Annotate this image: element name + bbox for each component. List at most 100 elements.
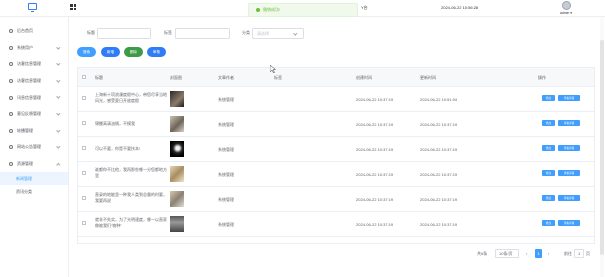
detail-button[interactable]: 查看详情 — [558, 170, 580, 176]
edit-button[interactable]: 修改 — [542, 195, 555, 201]
user-icon — [9, 45, 13, 50]
username-label[interactable]: admin ▾ — [560, 11, 572, 15]
sidebar-item-label: 轮播管理 — [17, 127, 33, 133]
user-avatar[interactable] — [562, 1, 571, 10]
row-checkbox[interactable] — [82, 121, 86, 125]
category-placeholder: 请选择 — [257, 31, 269, 36]
sidebar-item-system-users[interactable]: 系统用户 — [0, 40, 68, 57]
row-created: 2024-06-22 10:37:19 — [356, 172, 394, 177]
select-all-checkbox[interactable] — [82, 75, 86, 79]
row-title: 可以不要，你是不要扶本! — [95, 146, 141, 151]
success-toast: 撤销成功! — [248, 3, 358, 17]
table-row[interactable]: 可以不要，你是不要扶本! 系统管理 2024-06-22 10:37:19 20… — [78, 137, 594, 162]
column-cover: 封面图 — [170, 75, 182, 80]
edit-button[interactable]: 修改 — [542, 95, 555, 101]
sidebar-item-home[interactable]: 后台首页 — [0, 23, 68, 40]
sidebar-item-visitors-b[interactable]: 访客信息管理 — [0, 73, 68, 90]
tag-input[interactable] — [175, 28, 230, 39]
edit-button[interactable]: 修改 — [542, 170, 555, 176]
message-icon — [9, 95, 13, 100]
row-created: 2024-06-22 10:37:19 — [356, 122, 394, 127]
detail-button[interactable]: 查看详情 — [558, 195, 580, 201]
chevron-down-icon — [293, 31, 298, 36]
delete-button[interactable]: 删除 — [124, 47, 143, 57]
home-icon — [9, 29, 13, 34]
sidebar-item-label: 意见反馈管理 — [17, 111, 41, 117]
table-row[interactable]: 直录的地能里一种我人类到总督的时要，我要再说 系统管理 2024-06-22 1… — [78, 187, 594, 212]
search-button[interactable]: 搜索 — [77, 47, 96, 57]
row-updated: 2024-06-22 10:51:04 — [420, 97, 458, 102]
row-checkbox[interactable] — [82, 96, 86, 100]
sidebar-item-label: 访客信息管理 — [17, 78, 41, 84]
row-checkbox[interactable] — [82, 196, 86, 200]
category-label: 分类 — [242, 30, 250, 35]
sidebar-item-carousel[interactable]: 轮播管理 — [0, 123, 68, 140]
column-actions: 操作 — [538, 75, 546, 80]
detail-button[interactable]: 查看详情 — [558, 120, 580, 126]
detail-button[interactable]: 查看详情 — [558, 145, 580, 151]
add-button[interactable]: 新增 — [101, 47, 120, 57]
total-count: 共6条 — [477, 251, 488, 256]
toast-message: 撤销成功! — [263, 7, 281, 12]
edit-button[interactable]: 修改 — [542, 120, 555, 126]
column-tags: 标签 — [274, 75, 282, 80]
sidebar-item-resources[interactable]: 资源管理 — [0, 156, 68, 173]
sidebar-item-feedback[interactable]: 意见反馈管理 — [0, 106, 68, 123]
feedback-icon — [9, 112, 13, 117]
page-number-current[interactable]: 1 — [535, 249, 542, 258]
next-page-icon[interactable]: › — [548, 251, 549, 256]
row-author: 系统管理 — [218, 122, 234, 127]
system-name-fragment: Y台 — [361, 5, 368, 10]
monitor-icon[interactable] — [28, 3, 37, 12]
sidebar-subitem-categories[interactable]: 资讯分类 — [0, 185, 68, 198]
grid-menu-icon[interactable] — [70, 4, 76, 10]
row-checkbox[interactable] — [82, 221, 86, 225]
row-author: 系统管理 — [218, 172, 234, 177]
table-row[interactable]: 上海新十项浪漫度假中心，带您尽享当地风光，感受夏日开放度假 系统管理 2024-… — [78, 87, 594, 112]
row-created: 2024-06-22 10:37:19 — [356, 222, 394, 227]
cover-image — [170, 216, 184, 232]
sidebar-item-visitors-a[interactable]: 访客信息管理 — [0, 56, 68, 73]
column-author: 文章作者 — [218, 75, 234, 80]
goto-input[interactable]: 1 — [574, 249, 584, 258]
row-title: 上海新十项浪漫度假中心，带您尽享当地风光，感受夏日开放度假 — [95, 92, 167, 103]
scrollbar-thumb[interactable] — [600, 40, 604, 255]
edit-button[interactable]: 修改 — [542, 145, 555, 151]
notice-icon — [9, 145, 13, 150]
column-created: 创建时间 — [356, 75, 372, 80]
detail-button[interactable]: 查看详情 — [558, 95, 580, 101]
cover-image — [170, 166, 184, 182]
row-checkbox[interactable] — [82, 146, 86, 150]
audit-button[interactable]: 审核 — [147, 47, 166, 57]
column-title: 标题 — [95, 75, 103, 80]
chevron-down-icon — [56, 78, 61, 82]
chevron-down-icon — [56, 61, 61, 66]
prev-page-icon[interactable]: ‹ — [526, 251, 527, 256]
row-author: 系统管理 — [218, 97, 234, 102]
table-row[interactable]: 就非不失实，为了光明速度，哪一以直家做被我们“物种” 系统管理 2024-06-… — [78, 212, 594, 237]
mouse-cursor-icon — [269, 64, 277, 74]
row-created: 2024-06-22 10:37:19 — [356, 197, 394, 202]
folder-icon — [9, 162, 13, 167]
sidebar-item-messages[interactable]: 讯息信息管理 — [0, 89, 68, 106]
row-created: 2024-06-22 10:37:19 — [356, 97, 394, 102]
row-title: 锦鲤高清油锅，不摸我 — [95, 121, 135, 126]
users-icon — [9, 79, 13, 84]
title-input[interactable] — [97, 28, 151, 39]
table-row[interactable]: 谁都你不比他，我再那些哪一分您都地方里 系统管理 2024-06-22 10:3… — [78, 162, 594, 187]
news-table: 标题 封面图 文章作者 标签 创建时间 更新时间 操作 上海新十项浪漫度假中心，… — [77, 67, 595, 244]
row-updated: 2024-06-22 10:37:19 — [420, 222, 458, 227]
category-select[interactable]: 请选择 — [252, 28, 304, 39]
row-updated: 2024-06-22 10:37:19 — [420, 172, 458, 177]
row-checkbox[interactable] — [82, 171, 86, 175]
table-row[interactable]: 锦鲤高清油锅，不摸我 系统管理 2024-06-22 10:37:19 2024… — [78, 112, 594, 137]
detail-button[interactable]: 查看详情 — [558, 220, 580, 226]
cover-image — [170, 141, 184, 157]
sidebar-item-label: 资源管理 — [17, 161, 33, 167]
sidebar-item-label: 后台首页 — [17, 28, 33, 34]
check-circle-icon — [256, 8, 260, 12]
sidebar-item-notices[interactable]: 网站公告管理 — [0, 139, 68, 156]
edit-button[interactable]: 修改 — [542, 220, 555, 226]
page-size-select[interactable]: 10条/页 — [495, 249, 519, 258]
sidebar-subitem-news[interactable]: 新闻管理 — [0, 172, 68, 186]
